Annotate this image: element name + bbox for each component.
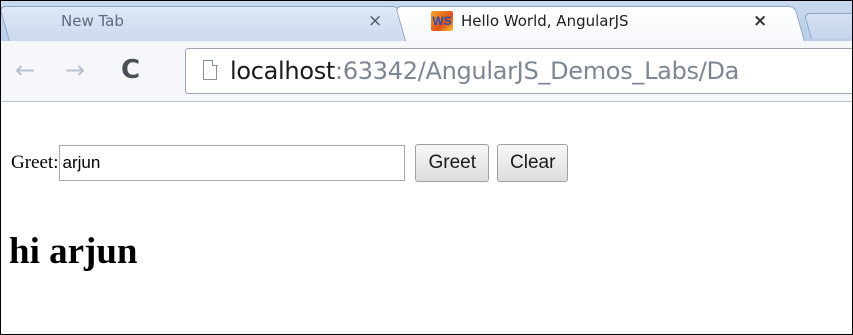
clear-button[interactable]: Clear xyxy=(497,144,569,182)
tab-title: New Tab xyxy=(61,12,124,30)
url-text[interactable]: localhost:63342/AngularJS_Demos_Labs/Da xyxy=(230,54,739,88)
webstorm-favicon-icon: WS xyxy=(431,11,453,31)
url-path: :63342/AngularJS_Demos_Labs/Da xyxy=(335,57,740,85)
greet-label: Greet: xyxy=(11,152,59,173)
url-host: localhost xyxy=(230,57,336,85)
address-bar[interactable]: localhost:63342/AngularJS_Demos_Labs/Da xyxy=(185,48,852,94)
browser-toolbar: ← → C localhost:63342/AngularJS_Demos_La… xyxy=(1,41,852,102)
page-icon xyxy=(203,59,218,80)
greet-form: Greet: Greet Clear xyxy=(11,144,569,182)
tab-close-icon[interactable]: × xyxy=(368,1,382,41)
page-content: Greet: Greet Clear hi arjun xyxy=(1,102,852,334)
greet-input[interactable] xyxy=(59,145,406,181)
back-arrow-icon[interactable]: ← xyxy=(15,55,35,85)
new-tab-button[interactable] xyxy=(803,13,852,39)
tab-title: Hello World, AngularJS xyxy=(461,12,629,30)
greeting-output: hi arjun xyxy=(9,231,138,272)
greet-button[interactable]: Greet xyxy=(415,144,490,182)
forward-arrow-icon[interactable]: → xyxy=(65,55,85,85)
tab-close-icon[interactable]: × xyxy=(753,1,767,41)
tab-strip: New Tab × WS Hello World, AngularJS × xyxy=(1,1,852,41)
reload-icon[interactable]: C xyxy=(121,55,140,85)
browser-window: New Tab × WS Hello World, AngularJS × ← … xyxy=(0,0,853,335)
